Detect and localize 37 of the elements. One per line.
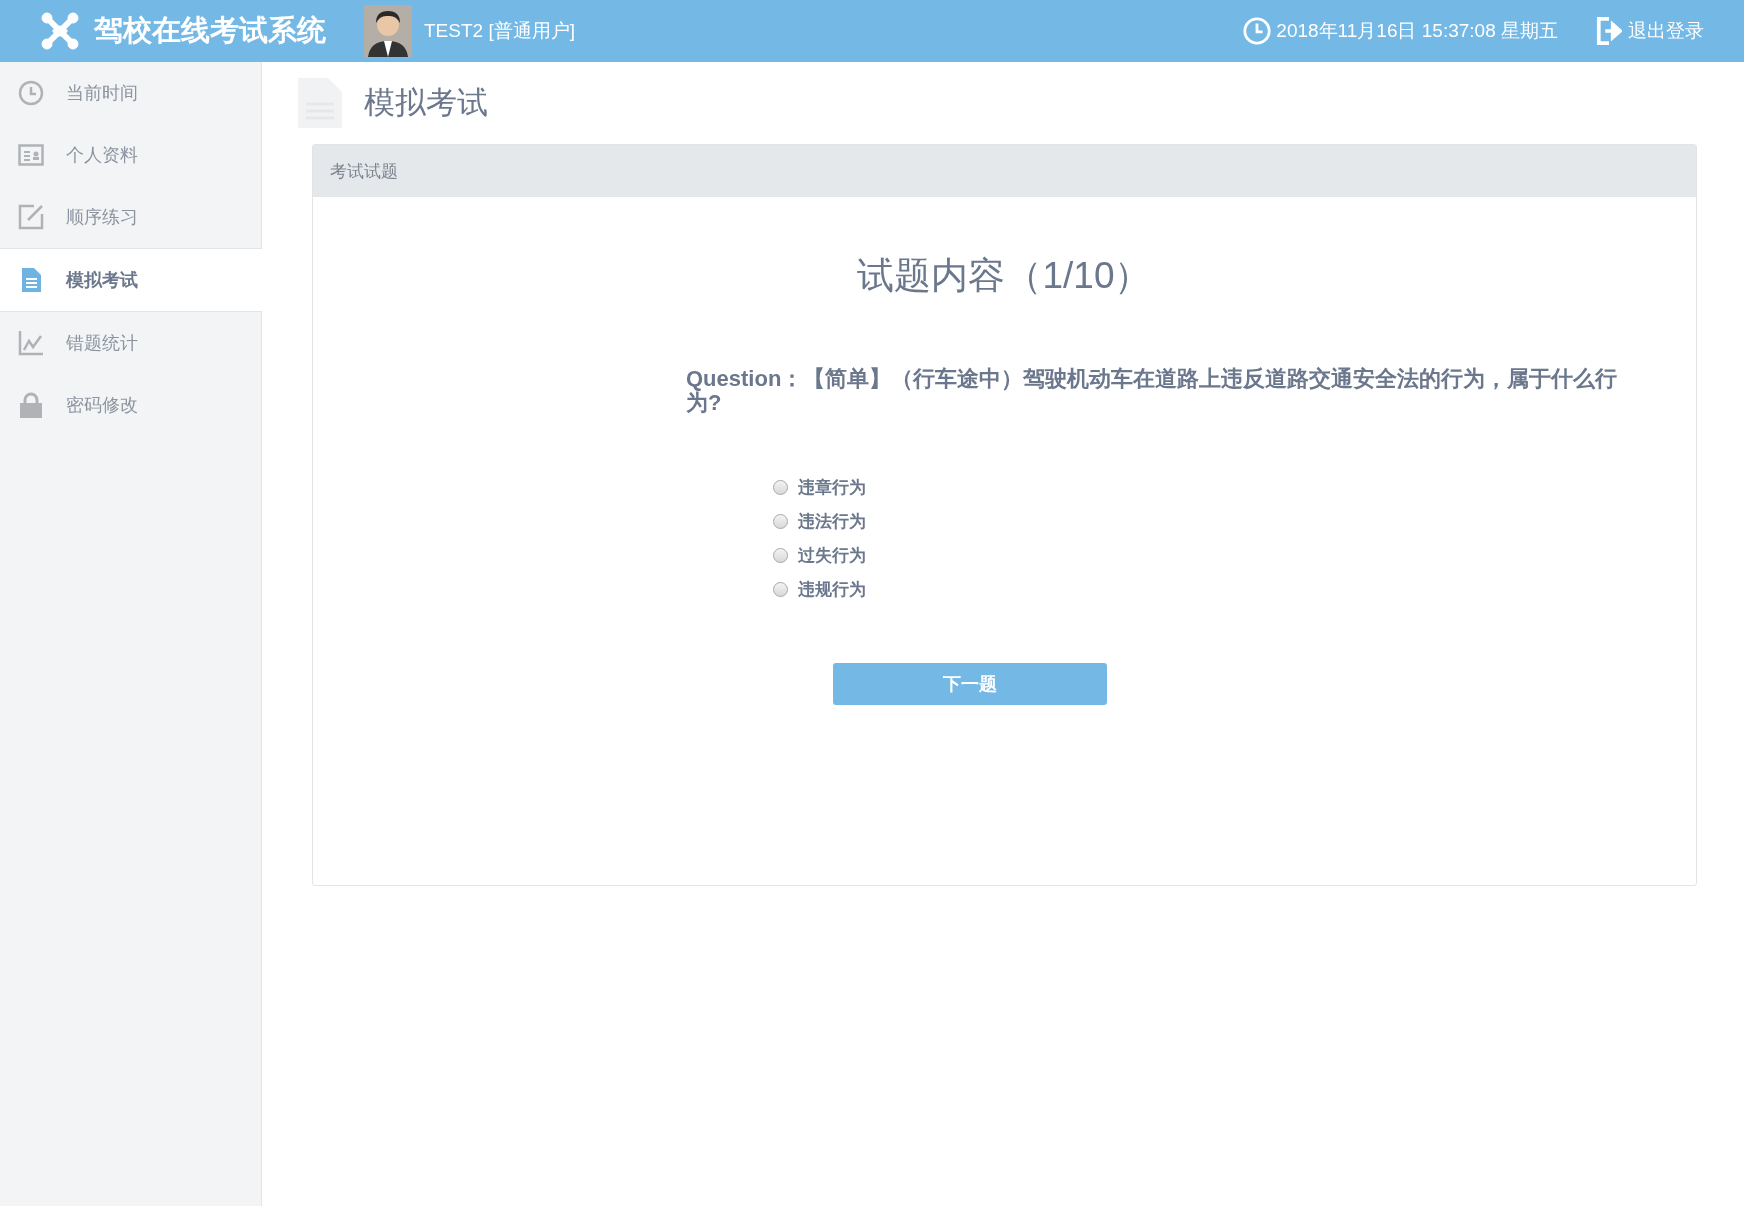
sidebar-item[interactable]: 顺序练习 bbox=[0, 186, 261, 248]
page-title: 模拟考试 bbox=[364, 84, 488, 122]
sidebar-item[interactable]: 当前时间 bbox=[0, 62, 261, 124]
option-label: 违规行为 bbox=[798, 578, 866, 601]
app-title: 驾校在线考试系统 bbox=[94, 13, 326, 48]
avatar-silhouette-icon bbox=[364, 5, 412, 57]
logout-link[interactable]: 退出登录 bbox=[1596, 16, 1704, 46]
answer-option[interactable]: 违法行为 bbox=[773, 509, 1696, 534]
radio-button[interactable] bbox=[773, 581, 788, 597]
edit-icon bbox=[18, 204, 44, 230]
logout-icon bbox=[1596, 16, 1622, 46]
option-label: 违法行为 bbox=[798, 510, 866, 533]
panel-heading: 考试试题 bbox=[330, 160, 398, 183]
lock-icon bbox=[18, 392, 44, 418]
logo-icon bbox=[40, 11, 80, 51]
next-button[interactable]: 下一题 bbox=[832, 663, 1107, 706]
question-title: 试题内容（1/10） bbox=[857, 254, 1152, 298]
option-label: 过失行为 bbox=[798, 544, 866, 567]
clock-icon bbox=[18, 80, 44, 106]
answer-option[interactable]: 违章行为 bbox=[773, 475, 1696, 500]
answer-option[interactable]: 过失行为 bbox=[773, 543, 1696, 568]
sidebar-item[interactable]: 密码修改 bbox=[0, 374, 261, 436]
answer-option[interactable]: 违规行为 bbox=[773, 577, 1696, 602]
clock-icon bbox=[1242, 16, 1273, 46]
sidebar-item[interactable]: 错题统计 bbox=[0, 312, 261, 374]
user-name: TEST2 [普通用户] bbox=[424, 19, 575, 43]
id-card-icon bbox=[18, 144, 44, 166]
sidebar-item[interactable]: 模拟考试 bbox=[0, 248, 262, 312]
question-text: Question：【简单】（行车途中）驾驶机动车在道路上违反道路交通安全法的行为，属于什么行为? bbox=[686, 367, 1619, 416]
radio-button[interactable] bbox=[773, 547, 788, 563]
option-label: 违章行为 bbox=[798, 476, 866, 499]
document-icon bbox=[296, 76, 344, 130]
radio-button[interactable] bbox=[773, 513, 788, 529]
date-time: 2018年11月16日 15:37:08 星期五 bbox=[1276, 19, 1558, 43]
radio-button[interactable] bbox=[773, 479, 788, 495]
line-chart-icon bbox=[18, 330, 44, 356]
sidebar-item[interactable]: 个人资料 bbox=[0, 124, 261, 186]
